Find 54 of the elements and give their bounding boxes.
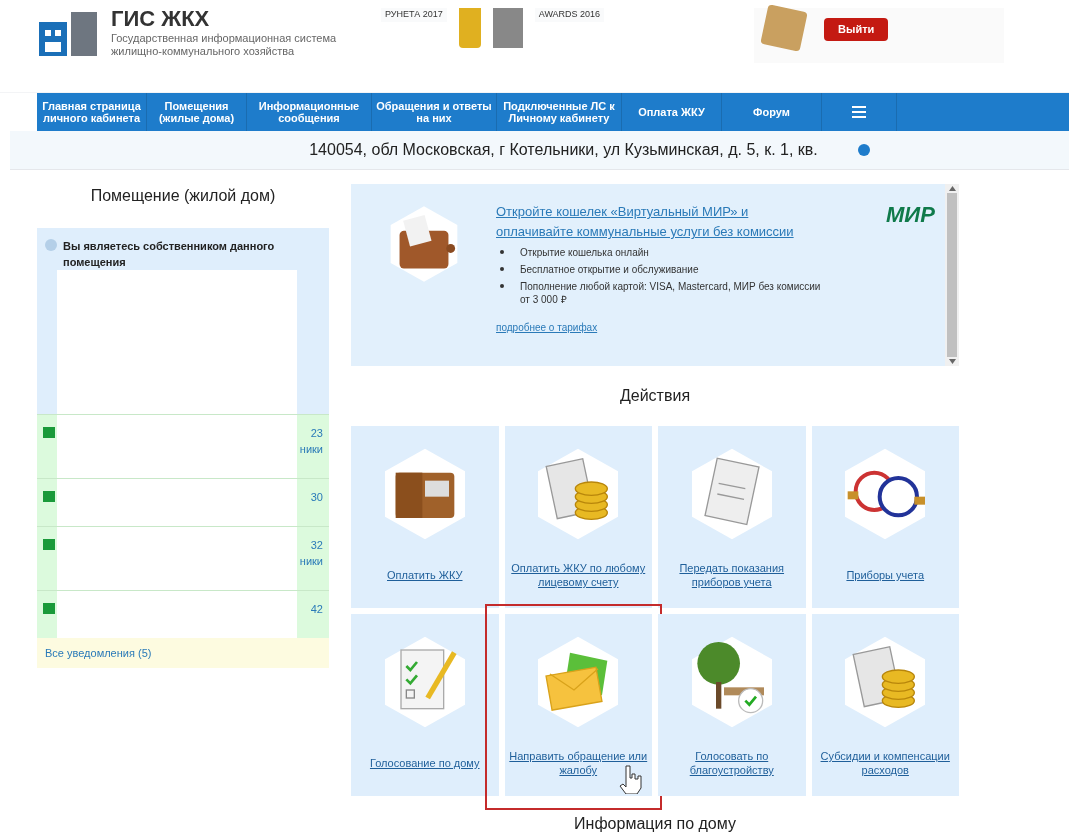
notification-row[interactable]: 30 xyxy=(37,478,329,526)
info-icon xyxy=(857,144,870,156)
ownership-text: Вы являетесь собственником данного помещения xyxy=(63,239,276,270)
action-link[interactable]: Направить обращение или жалобу xyxy=(504,749,652,777)
scrollbar[interactable] xyxy=(945,184,959,366)
notification-text: 30 xyxy=(310,490,323,505)
action-tile[interactable]: Передать показания приборов учета xyxy=(658,426,806,608)
all-notifications-link[interactable]: Все уведомления (5) xyxy=(45,644,152,662)
action-link[interactable]: Приборы учета xyxy=(842,568,929,582)
action-tile[interactable]: Приборы учета xyxy=(811,426,959,608)
notification-text: ники xyxy=(299,554,323,569)
notification-text: 23 xyxy=(310,426,323,441)
notification-text: 32 xyxy=(310,538,323,553)
logo-subtitle: Государственная информационная система жилищно-коммунального хозяйства xyxy=(111,32,338,58)
bullet-icon xyxy=(500,267,504,271)
promo-bullet: Бесплатное открытие и обслуживание xyxy=(520,263,699,276)
promo-bullet: Пополнение любой картой: VISA, Mastercard, МИР без комиссии от 3 000 ₽ xyxy=(520,280,822,306)
notification-text: 42 xyxy=(310,602,323,617)
address-text: 140054, обл Московская, г Котельники, ул Кузьминская, д. 5, к. 1, кв. xyxy=(309,140,818,160)
action-link[interactable]: Голосование по дому xyxy=(365,756,484,770)
notification-row[interactable]: 42 xyxy=(37,590,329,638)
action-link[interactable]: Голосовать по благоустройству xyxy=(658,749,806,777)
action-link[interactable]: Субсидии и компенсации расходов xyxy=(811,749,959,777)
logo-title: ГИС ЖКХ xyxy=(111,8,211,30)
action-link[interactable]: Оплатить ЖКУ по любому лицевому счету xyxy=(504,561,652,589)
action-tile[interactable]: Голосовать по благоустройству xyxy=(658,614,806,796)
award-badge: РУНЕТА 2017 xyxy=(381,8,447,22)
action-tile[interactable]: Оплатить ЖКУ xyxy=(351,426,499,608)
section-title: Информация по дому xyxy=(573,814,737,832)
action-tile[interactable]: Оплатить ЖКУ по любому лицевому счету xyxy=(504,426,652,608)
hand-cursor-icon xyxy=(618,764,642,794)
info-icon xyxy=(45,239,57,251)
scroll-thumb[interactable] xyxy=(947,193,957,357)
action-link[interactable]: Передать показания приборов учета xyxy=(658,561,806,589)
action-link[interactable]: Оплатить ЖКУ xyxy=(383,568,467,582)
panel-title: Помещение (жилой дом) xyxy=(89,186,277,206)
scroll-up-icon[interactable] xyxy=(948,186,956,191)
notification-row[interactable]: 23 ники xyxy=(37,414,329,478)
section-title: Действия xyxy=(618,386,692,406)
brand-logo: МИР xyxy=(886,201,935,229)
promo-bullet: Открытие кошелька онлайн xyxy=(520,246,649,259)
notification-text: ники xyxy=(299,442,323,457)
tariffs-link[interactable]: подробнее о тарифах xyxy=(496,320,826,335)
action-tile[interactable]: Направить обращение или жалобу xyxy=(504,614,652,796)
action-tile[interactable]: Голосование по дому xyxy=(351,614,499,796)
award-badge: AWARDS 2016 xyxy=(534,8,605,22)
bullet-icon xyxy=(500,284,504,288)
scroll-down-icon[interactable] xyxy=(948,359,956,364)
logout-button[interactable]: Выйти xyxy=(824,18,889,41)
action-tile[interactable]: Субсидии и компенсации расходов xyxy=(811,614,959,796)
notification-row[interactable]: 32 ники xyxy=(37,526,329,590)
promo-link[interactable]: Откройте кошелек «Виртуальный МИР» и оплачивайте коммунальные услуги без комиссии xyxy=(496,202,826,242)
bullet-icon xyxy=(500,250,504,254)
award-image xyxy=(492,8,523,48)
